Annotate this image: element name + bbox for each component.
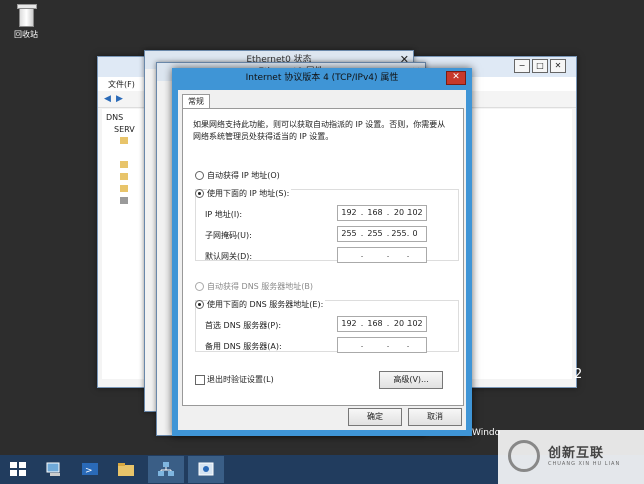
server-manager-button[interactable] <box>36 456 72 483</box>
ip-address-field[interactable]: 192. 168. 20. 102 <box>337 205 427 221</box>
folder-icon[interactable] <box>120 137 128 144</box>
forward-icon[interactable]: ▶ <box>116 94 123 104</box>
windows-logo-icon <box>10 462 26 476</box>
dns-manager-taskbar-button[interactable] <box>188 456 224 483</box>
maximize-button[interactable]: □ <box>532 59 548 73</box>
svg-text:>: > <box>85 466 93 476</box>
ipv4-properties-dialog: Internet 协议版本 4 (TCP/IPv4) 属性 ✕ 常规 如果网络支… <box>172 68 472 436</box>
preferred-dns-field[interactable]: 192. 168. 20. 102 <box>337 316 427 332</box>
desktop-windows-text: Windo <box>472 428 501 438</box>
dialog-title: Internet 协议版本 4 (TCP/IPv4) 属性 <box>245 73 399 83</box>
manual-ip-radio[interactable] <box>195 189 204 198</box>
tree-root-dns[interactable]: DNS <box>106 113 123 122</box>
desktop-version-text: 2 <box>574 367 583 382</box>
manual-dns-radio[interactable] <box>195 300 204 309</box>
watermark-logo-icon <box>508 440 540 472</box>
manual-dns-label: 使用下面的 DNS 服务器地址(E): <box>207 299 326 310</box>
dialog-close-button[interactable]: ✕ <box>446 71 466 85</box>
menu-file[interactable]: 文件(F) <box>108 79 135 90</box>
ip-address-label: IP 地址(I): <box>205 210 243 219</box>
file-explorer-button[interactable] <box>108 456 144 483</box>
dns-icon <box>198 462 214 476</box>
subnet-mask-label: 子网掩码(U): <box>205 231 252 240</box>
manual-ip-label: 使用下面的 IP 地址(S): <box>207 188 292 199</box>
folder-icon <box>118 463 134 476</box>
minimize-button[interactable]: − <box>514 59 530 73</box>
description-text: 如果网络支持此功能，则可以获取自动指派的 IP 设置。否则，你需要从网络系统管理… <box>193 120 446 141</box>
server-manager-icon <box>46 462 60 476</box>
cancel-button[interactable]: 取消 <box>408 408 462 426</box>
auto-dns-label: 自动获得 DNS 服务器地址(B) <box>207 282 314 291</box>
folder-icon[interactable] <box>120 173 128 180</box>
trash-icon <box>17 4 37 27</box>
gateway-field[interactable]: ... <box>337 247 427 263</box>
validate-checkbox[interactable] <box>195 375 205 385</box>
powershell-icon: > <box>82 463 98 476</box>
alternate-dns-field[interactable]: ... <box>337 337 427 353</box>
tree-server[interactable]: SERV <box>114 125 135 134</box>
gateway-label: 默认网关(D): <box>205 252 253 261</box>
folder-icon[interactable] <box>120 161 128 168</box>
general-panel: 如果网络支持此功能，则可以获取自动指派的 IP 设置。否则，你需要从网络系统管理… <box>182 108 464 406</box>
dialog-body: 常规 如果网络支持此功能，则可以获取自动指派的 IP 设置。否则，你需要从网络系… <box>178 90 466 430</box>
network-button[interactable] <box>148 456 184 483</box>
folder-icon[interactable] <box>120 185 128 192</box>
ok-button[interactable]: 确定 <box>348 408 402 426</box>
log-icon[interactable] <box>120 197 128 204</box>
recycle-bin-label: 回收站 <box>14 30 38 39</box>
back-icon[interactable]: ◀ <box>104 94 111 104</box>
start-button[interactable] <box>0 456 36 483</box>
powershell-button[interactable]: > <box>72 456 108 483</box>
auto-ip-radio[interactable] <box>195 171 204 180</box>
validate-label: 退出时验证设置(L) <box>207 375 274 384</box>
watermark-cn: 创新互联 <box>548 446 605 461</box>
alternate-dns-label: 备用 DNS 服务器(A): <box>205 342 282 351</box>
close-button[interactable]: ✕ <box>550 59 566 73</box>
subnet-mask-field[interactable]: 255. 255. 255. 0 <box>337 226 427 242</box>
auto-dns-radio[interactable] <box>195 282 204 291</box>
watermark-en: CHUANG XIN HU LIAN <box>548 461 621 467</box>
advanced-button[interactable]: 高级(V)... <box>379 371 443 389</box>
watermark: 创新互联 CHUANG XIN HU LIAN <box>498 430 644 484</box>
network-icon <box>158 462 174 476</box>
preferred-dns-label: 首选 DNS 服务器(P): <box>205 321 282 330</box>
recycle-bin-icon[interactable]: 回收站 <box>6 4 46 40</box>
tab-general[interactable]: 常规 <box>182 94 210 109</box>
auto-ip-label: 自动获得 IP 地址(O) <box>207 171 280 180</box>
